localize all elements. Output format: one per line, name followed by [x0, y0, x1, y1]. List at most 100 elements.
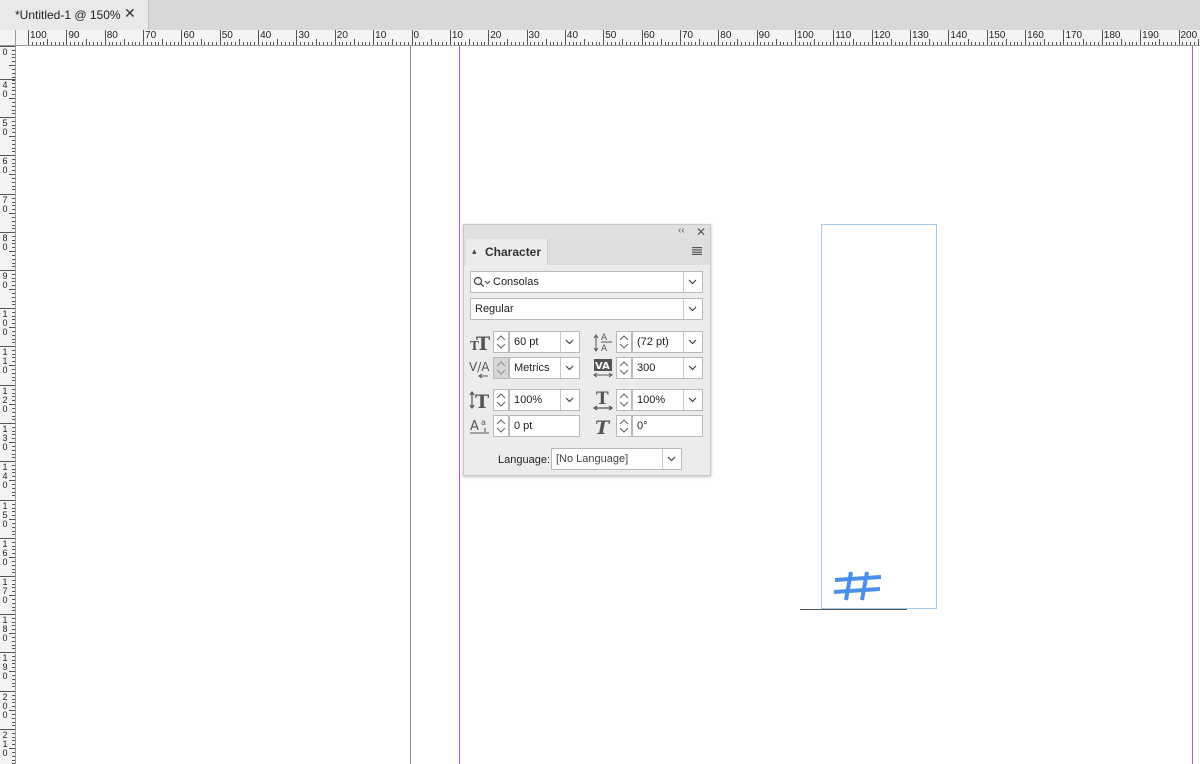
ruler-minor-tick	[97, 42, 99, 45]
close-icon[interactable]: ✕	[124, 5, 136, 22]
ruler-minor-tick	[12, 147, 15, 149]
font-size-stepper[interactable]	[493, 331, 509, 353]
ruler-minor-tick	[12, 166, 15, 168]
ruler-minor-tick	[810, 42, 812, 45]
ruler-minor-tick	[12, 61, 15, 63]
ruler-minor-tick	[12, 368, 15, 370]
baseline-shift-field[interactable]: 0 pt	[509, 415, 580, 437]
ruler-minor-tick	[1028, 42, 1030, 45]
ruler-minor-tick	[856, 42, 858, 45]
ruler-minor-tick	[200, 39, 202, 45]
chevron-down-icon[interactable]	[560, 358, 579, 378]
leading-icon: A A	[593, 333, 612, 353]
ruler-label: 80	[106, 30, 118, 41]
ruler-minor-tick	[898, 42, 900, 45]
font-style-field[interactable]: Regular	[470, 298, 703, 320]
ruler-minor-tick	[12, 109, 15, 111]
ruler-minor-tick	[1113, 42, 1115, 45]
ruler-minor-tick	[511, 42, 513, 45]
ruler-minor-tick	[1005, 39, 1007, 45]
chevron-down-icon[interactable]	[560, 390, 579, 410]
hash-glyph[interactable]	[833, 570, 883, 602]
expand-collapse-icon[interactable]: ▴	[472, 246, 477, 257]
vertical-scale-stepper[interactable]	[493, 389, 509, 411]
kerning-stepper[interactable]	[493, 357, 509, 379]
ruler-minor-tick	[580, 42, 582, 45]
ruler-minor-tick	[12, 330, 15, 332]
panel-header-strip[interactable]: ‹‹ ✕	[464, 225, 710, 239]
ruler-origin-corner[interactable]	[0, 30, 16, 46]
ruler-minor-tick	[43, 42, 45, 45]
chevron-down-icon[interactable]	[683, 358, 702, 378]
chevron-down-icon[interactable]	[683, 332, 702, 352]
ruler-minor-tick	[1163, 42, 1165, 45]
language-select[interactable]: [No Language]	[551, 448, 682, 470]
ruler-minor-tick	[1071, 42, 1073, 45]
ruler-minor-tick	[9, 327, 15, 329]
collapse-panel-icon[interactable]: ‹‹	[678, 225, 685, 236]
language-label: Language:	[498, 454, 550, 466]
ruler-minor-tick	[975, 42, 977, 45]
leading-stepper[interactable]	[616, 331, 632, 353]
font-family-field[interactable]: Consolas	[470, 271, 703, 293]
chevron-down-icon[interactable]	[683, 390, 702, 410]
baseline-shift-icon: A a	[470, 418, 489, 434]
horizontal-scale-icon: T	[592, 389, 614, 411]
tracking-field[interactable]: 300	[632, 357, 703, 379]
svg-text:A: A	[601, 344, 608, 353]
ruler-minor-tick	[844, 42, 846, 45]
panel-menu-icon[interactable]	[692, 247, 702, 255]
horizontal-ruler[interactable]: 100 90 80 70 60 50 40 30 20 10 0 10 20 30 40 50 60 70 80 90…	[16, 30, 1200, 46]
tab-character[interactable]: ▴ Character	[466, 239, 548, 265]
text-frame[interactable]	[821, 224, 937, 609]
chevron-down-icon[interactable]	[683, 272, 702, 292]
ruler-minor-tick	[150, 42, 152, 45]
document-tab[interactable]: *Untitled-1 @ 150% ✕	[0, 0, 149, 30]
ruler-minor-tick	[384, 42, 386, 45]
leading-field[interactable]: (72 pt)	[632, 331, 703, 353]
skew-stepper[interactable]	[616, 415, 632, 437]
chevron-down-icon[interactable]	[560, 332, 579, 352]
ruler-minor-tick	[656, 42, 658, 45]
kerning-field[interactable]: Metrics	[509, 357, 580, 379]
ruler-minor-tick	[12, 170, 15, 172]
ruler-major-tick	[104, 30, 106, 45]
horizontal-scale-field[interactable]: 100%	[632, 389, 703, 411]
ruler-minor-tick	[664, 42, 666, 45]
ruler-minor-tick	[12, 736, 15, 738]
ruler-minor-tick	[77, 42, 79, 45]
ruler-minor-tick	[100, 42, 102, 45]
ruler-minor-tick	[12, 549, 15, 551]
ruler-minor-tick	[12, 143, 15, 145]
ruler-minor-tick	[288, 42, 290, 45]
ruler-minor-tick	[438, 42, 440, 45]
chevron-down-icon[interactable]	[662, 449, 681, 469]
ruler-minor-tick	[12, 713, 15, 715]
ruler-minor-tick	[940, 42, 942, 45]
tracking-stepper[interactable]	[616, 357, 632, 379]
ruler-minor-tick	[238, 39, 240, 45]
baseline-shift-stepper[interactable]	[493, 415, 509, 437]
ruler-minor-tick	[70, 42, 72, 45]
ruler-label: 20	[490, 30, 502, 41]
ruler-minor-tick	[12, 457, 15, 459]
vertical-ruler[interactable]: 0 40 50 60 70 80 90 100 110 120 130 140 150 160 170 180…	[0, 46, 16, 764]
font-size-field[interactable]: 60 pt	[509, 331, 580, 353]
tracking-value: 300	[637, 362, 656, 374]
vertical-scale-field[interactable]: 100%	[509, 389, 580, 411]
close-panel-icon[interactable]: ✕	[696, 225, 706, 239]
ruler-major-tick	[1025, 30, 1027, 45]
ruler-minor-tick	[1055, 42, 1057, 45]
ruler-label: 60	[2, 156, 8, 175]
ruler-minor-tick	[587, 42, 589, 45]
ruler-minor-tick	[12, 281, 15, 283]
ruler-label: 0	[2, 47, 8, 57]
horizontal-scale-stepper[interactable]	[616, 389, 632, 411]
chevron-down-icon[interactable]	[683, 299, 702, 319]
ruler-minor-tick	[12, 372, 15, 374]
ruler-minor-tick	[860, 42, 862, 45]
skew-field[interactable]: 0°	[632, 415, 703, 437]
ruler-minor-tick	[561, 42, 563, 45]
ruler-minor-tick	[764, 42, 766, 45]
ruler-minor-tick	[12, 587, 15, 589]
